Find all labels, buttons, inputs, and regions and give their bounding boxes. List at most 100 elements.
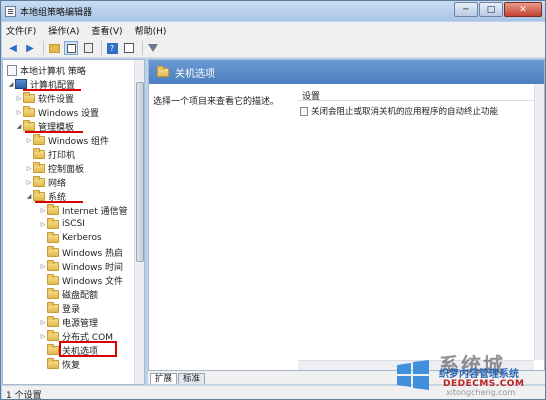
folder-icon bbox=[47, 287, 59, 299]
tree-item-control-panel[interactable]: ▷ 控制面板 bbox=[25, 161, 84, 175]
tree-item-label: Internet 通信管 bbox=[62, 206, 128, 217]
title-bar[interactable]: 本地组策略编辑器 ─ □ ✕ bbox=[1, 1, 545, 21]
tree-item-label: Windows 设置 bbox=[38, 108, 100, 119]
collapsed-arrow-icon[interactable]: ▷ bbox=[39, 207, 47, 214]
minimize-button[interactable]: ─ bbox=[454, 2, 478, 17]
tree-scrollbar[interactable] bbox=[134, 60, 144, 384]
description-text: 选择一个项目来查看它的描述。 bbox=[153, 97, 280, 107]
expanded-arrow-icon[interactable]: ◢ bbox=[7, 81, 15, 88]
collapsed-arrow-icon[interactable]: ▷ bbox=[25, 137, 33, 144]
settings-list[interactable]: 设置 关闭会阻止或取消关机的应用程序的自动终止功能 bbox=[298, 87, 538, 370]
expanded-arrow-icon[interactable]: ◢ bbox=[15, 123, 23, 130]
forward-arrow-icon[interactable]: ▶ bbox=[23, 41, 37, 55]
computer-icon bbox=[15, 79, 27, 89]
tree-item-label: iSCSI bbox=[62, 219, 85, 229]
tree-item-internet-comm[interactable]: ▷ Internet 通信管 bbox=[39, 203, 128, 217]
window-title: 本地组策略编辑器 bbox=[20, 7, 93, 18]
policy-icon bbox=[7, 64, 17, 76]
collapsed-arrow-icon[interactable]: ▷ bbox=[39, 221, 47, 228]
app-window: 本地组策略编辑器 ─ □ ✕ 文件(F) 操作(A) 查看(V) 帮助(H) ◀… bbox=[0, 0, 546, 400]
collapsed-arrow-icon[interactable]: ▷ bbox=[39, 263, 47, 270]
tree-item-printers[interactable]: 打印机 bbox=[25, 147, 75, 161]
folder-icon bbox=[23, 91, 35, 103]
tree-item-recovery[interactable]: 恢复 bbox=[39, 357, 80, 371]
policy-editor-icon bbox=[5, 5, 16, 17]
folder-icon bbox=[23, 105, 35, 117]
setting-icon bbox=[300, 106, 308, 116]
folder-icon bbox=[47, 217, 59, 229]
tree-item-label: 软件设置 bbox=[38, 94, 75, 105]
toolbar-separator bbox=[43, 41, 44, 55]
filter-icon[interactable] bbox=[146, 41, 160, 55]
export-list-icon[interactable] bbox=[81, 41, 95, 55]
watermark-site: xitongcheng.com bbox=[446, 388, 516, 397]
tree-item-label: 电源管理 bbox=[62, 318, 99, 329]
tree-item-windows-time[interactable]: ▷ Windows 时间 bbox=[39, 259, 123, 273]
tree-item-label: Kerberos bbox=[62, 233, 102, 243]
maximize-button[interactable]: □ bbox=[479, 2, 503, 17]
folder-icon bbox=[47, 245, 59, 257]
menu-view[interactable]: 查看(V) bbox=[91, 24, 122, 37]
folder-icon bbox=[47, 273, 59, 285]
collapsed-arrow-icon[interactable]: ▷ bbox=[15, 109, 23, 116]
tree-item-label: 控制面板 bbox=[48, 164, 85, 175]
details-header: 关机选项 bbox=[149, 60, 544, 84]
tree-item-label: Windows 文件 bbox=[62, 276, 124, 287]
tree-item-windows-file[interactable]: Windows 文件 bbox=[39, 273, 123, 287]
back-arrow-icon[interactable]: ◀ bbox=[6, 41, 20, 55]
tree-item-power-management[interactable]: ▷ 电源管理 bbox=[39, 315, 98, 329]
tab-standard[interactable]: 标准 bbox=[178, 373, 206, 384]
annotation-underline bbox=[25, 131, 83, 133]
help-icon[interactable]: ? bbox=[105, 41, 119, 55]
menu-file[interactable]: 文件(F) bbox=[6, 24, 36, 37]
menu-action[interactable]: 操作(A) bbox=[48, 24, 79, 37]
details-pane: 关机选项 选择一个项目来查看它的描述。 设置 关闭会阻止或取消关机的应用程序的自… bbox=[148, 59, 545, 371]
show-tree-icon[interactable] bbox=[64, 41, 78, 55]
up-folder-icon[interactable] bbox=[47, 41, 61, 55]
menu-bar: 文件(F) 操作(A) 查看(V) 帮助(H) bbox=[2, 22, 545, 39]
details-vertical-scrollbar[interactable] bbox=[534, 84, 544, 360]
tree-item-label: Windows 热启 bbox=[62, 248, 124, 259]
tree-item-windows-components[interactable]: ▷ Windows 组件 bbox=[25, 133, 109, 147]
setting-label: 关闭会阻止或取消关机的应用程序的自动终止功能 bbox=[311, 107, 499, 117]
folder-icon bbox=[47, 315, 59, 327]
toolbar-separator bbox=[101, 41, 102, 55]
properties-icon[interactable] bbox=[122, 41, 136, 55]
collapsed-arrow-icon[interactable]: ▷ bbox=[39, 319, 47, 326]
tree-scrollbar-thumb[interactable] bbox=[136, 82, 144, 262]
tree-item-label: 网络 bbox=[48, 178, 67, 189]
close-button[interactable]: ✕ bbox=[504, 2, 542, 17]
tree-item-label: Windows 组件 bbox=[48, 136, 110, 147]
tab-extended[interactable]: 扩展 bbox=[150, 373, 178, 384]
tree-item-label: 恢复 bbox=[62, 360, 81, 371]
collapsed-arrow-icon[interactable]: ▷ bbox=[25, 165, 33, 172]
collapsed-arrow-icon[interactable]: ▷ bbox=[15, 95, 23, 102]
tree-item-iscsi[interactable]: ▷ iSCSI bbox=[39, 217, 85, 231]
folder-icon bbox=[157, 65, 169, 77]
window-controls: ─ □ ✕ bbox=[453, 2, 542, 17]
console-tree[interactable]: 本地计算机 策略 ◢ 计算机配置 ▷ 软件设置 ▷ Windows 设置 ◢ 管… bbox=[2, 59, 145, 385]
tree-item-disk-quota[interactable]: 磁盘配额 bbox=[39, 287, 98, 301]
tree-root[interactable]: 本地计算机 策略 bbox=[7, 63, 86, 77]
tree-item-windows-settings[interactable]: ▷ Windows 设置 bbox=[15, 105, 99, 119]
tree-item-label: 打印机 bbox=[48, 150, 76, 161]
menu-help[interactable]: 帮助(H) bbox=[135, 24, 167, 37]
collapsed-arrow-icon[interactable]: ▷ bbox=[25, 179, 33, 186]
annotation-box bbox=[59, 341, 117, 357]
tree-item-label: 磁盘配额 bbox=[62, 290, 99, 301]
tree-item-software-settings[interactable]: ▷ 软件设置 bbox=[15, 91, 74, 105]
tree-item-logon[interactable]: 登录 bbox=[39, 301, 80, 315]
tree-item-kerberos[interactable]: Kerberos bbox=[39, 231, 102, 245]
expanded-arrow-icon[interactable]: ◢ bbox=[25, 193, 33, 200]
tree-item-windows-hotstart[interactable]: Windows 热启 bbox=[39, 245, 123, 259]
list-item[interactable]: 关闭会阻止或取消关机的应用程序的自动终止功能 bbox=[300, 105, 498, 117]
folder-icon bbox=[33, 175, 45, 187]
folder-icon bbox=[47, 231, 59, 243]
collapsed-arrow-icon[interactable]: ▷ bbox=[39, 333, 47, 340]
windows-logo-icon bbox=[397, 360, 429, 390]
column-header-setting[interactable]: 设置 bbox=[298, 87, 538, 102]
tree-item-network[interactable]: ▷ 网络 bbox=[25, 175, 66, 189]
toolbar: ◀ ▶ ? bbox=[2, 39, 545, 58]
annotation-underline bbox=[23, 89, 81, 91]
tree-item-label: 登录 bbox=[62, 304, 81, 315]
